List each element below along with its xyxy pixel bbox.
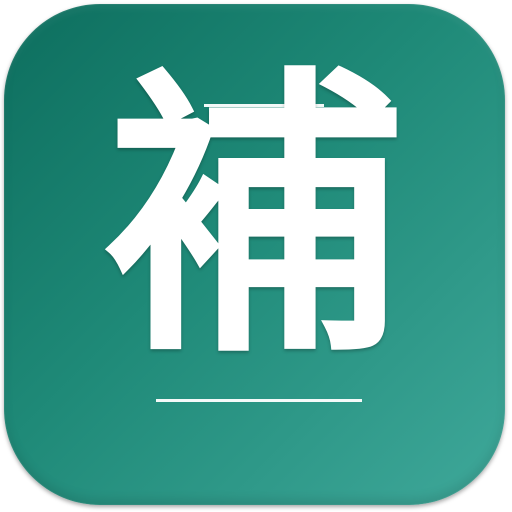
kanji-glyph: 補	[104, 44, 405, 393]
app-icon[interactable]: 補	[4, 4, 505, 505]
icon-stage: 補	[0, 0, 512, 512]
bottom-accent-line	[156, 399, 362, 402]
